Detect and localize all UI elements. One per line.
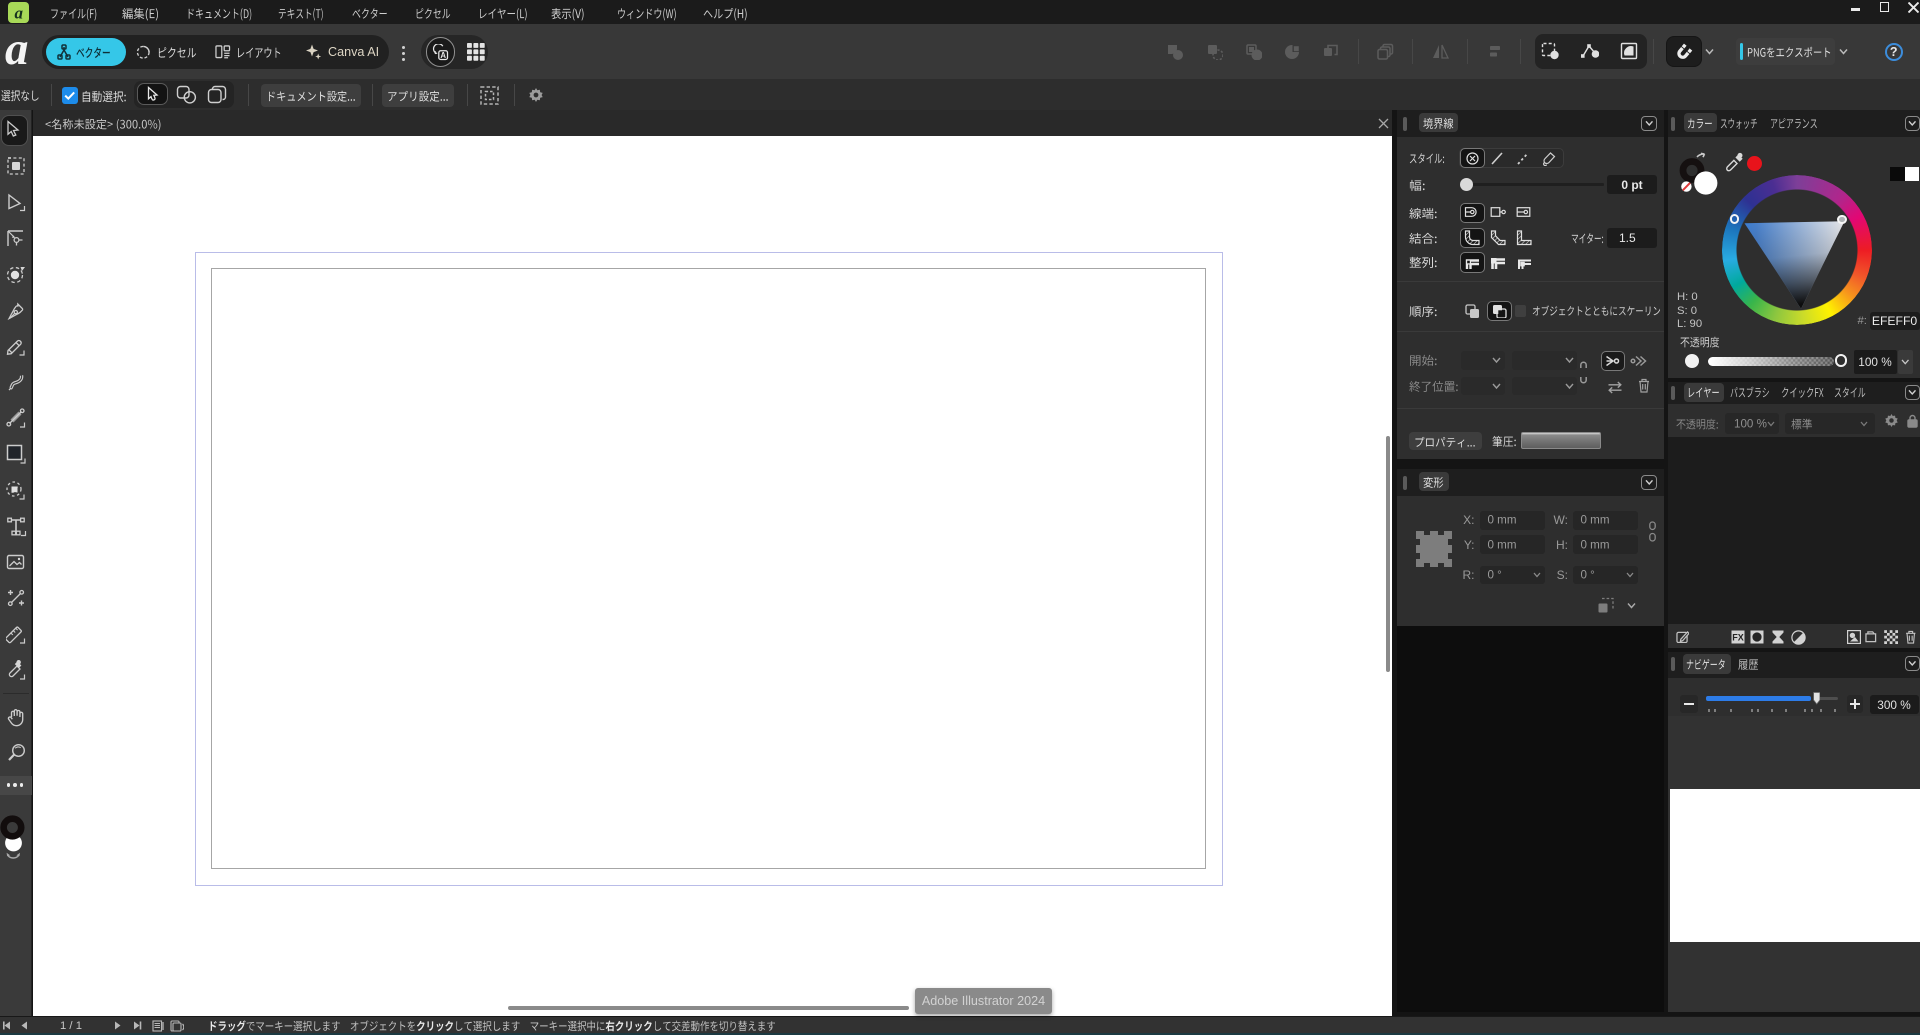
svg-text:a: a — [5, 36, 29, 68]
svg-text:A: A — [440, 51, 446, 60]
svg-text:FX: FX — [1732, 632, 1744, 642]
svg-text:a: a — [14, 3, 23, 22]
